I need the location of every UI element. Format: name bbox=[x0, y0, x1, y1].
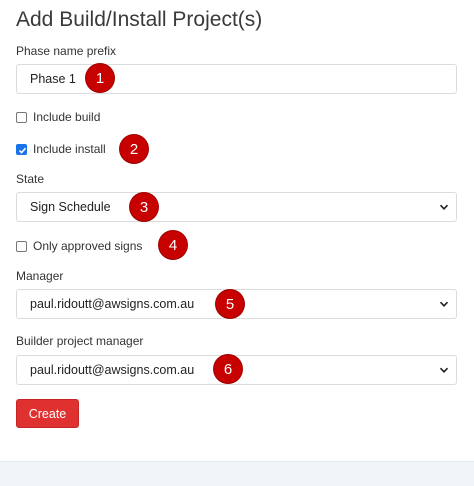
callout-badge-4: 4 bbox=[159, 231, 187, 259]
manager-label: Manager bbox=[16, 269, 64, 283]
include-build-checkbox[interactable] bbox=[16, 111, 27, 123]
only-approved-checkbox[interactable] bbox=[16, 240, 27, 252]
state-value: Sign Schedule bbox=[30, 200, 111, 214]
page-footer bbox=[0, 461, 474, 486]
page-title: Add Build/Install Project(s) bbox=[16, 8, 263, 31]
state-label: State bbox=[16, 172, 45, 186]
builder-pm-label: Builder project manager bbox=[16, 334, 144, 348]
chevron-down-icon bbox=[439, 204, 449, 210]
create-button[interactable]: Create bbox=[16, 399, 79, 428]
state-select[interactable]: Sign Schedule bbox=[16, 192, 457, 222]
phase-prefix-label: Phase name prefix bbox=[16, 44, 117, 58]
include-install-checkbox[interactable] bbox=[16, 143, 27, 155]
callout-badge-2: 2 bbox=[120, 135, 148, 163]
only-approved-row[interactable]: Only approved signs bbox=[16, 239, 142, 253]
include-install-label: Include install bbox=[33, 142, 106, 156]
callout-badge-3: 3 bbox=[130, 193, 158, 221]
include-build-label: Include build bbox=[33, 110, 101, 124]
only-approved-label: Only approved signs bbox=[33, 239, 143, 253]
callout-badge-5: 5 bbox=[216, 290, 244, 318]
callout-badge-6: 6 bbox=[214, 355, 242, 383]
checkmark-icon bbox=[18, 147, 27, 154]
include-install-row[interactable]: Include install bbox=[16, 142, 106, 156]
callout-badge-1: 1 bbox=[86, 64, 114, 92]
include-build-row[interactable]: Include build bbox=[16, 110, 100, 124]
phase-prefix-value: Phase 1 bbox=[30, 72, 76, 86]
chevron-down-icon bbox=[439, 301, 449, 307]
phase-prefix-input[interactable]: Phase 1 bbox=[16, 64, 457, 94]
builder-pm-value: paul.ridoutt@awsigns.com.au bbox=[30, 363, 195, 377]
manager-value: paul.ridoutt@awsigns.com.au bbox=[30, 297, 195, 311]
chevron-down-icon bbox=[439, 367, 449, 373]
